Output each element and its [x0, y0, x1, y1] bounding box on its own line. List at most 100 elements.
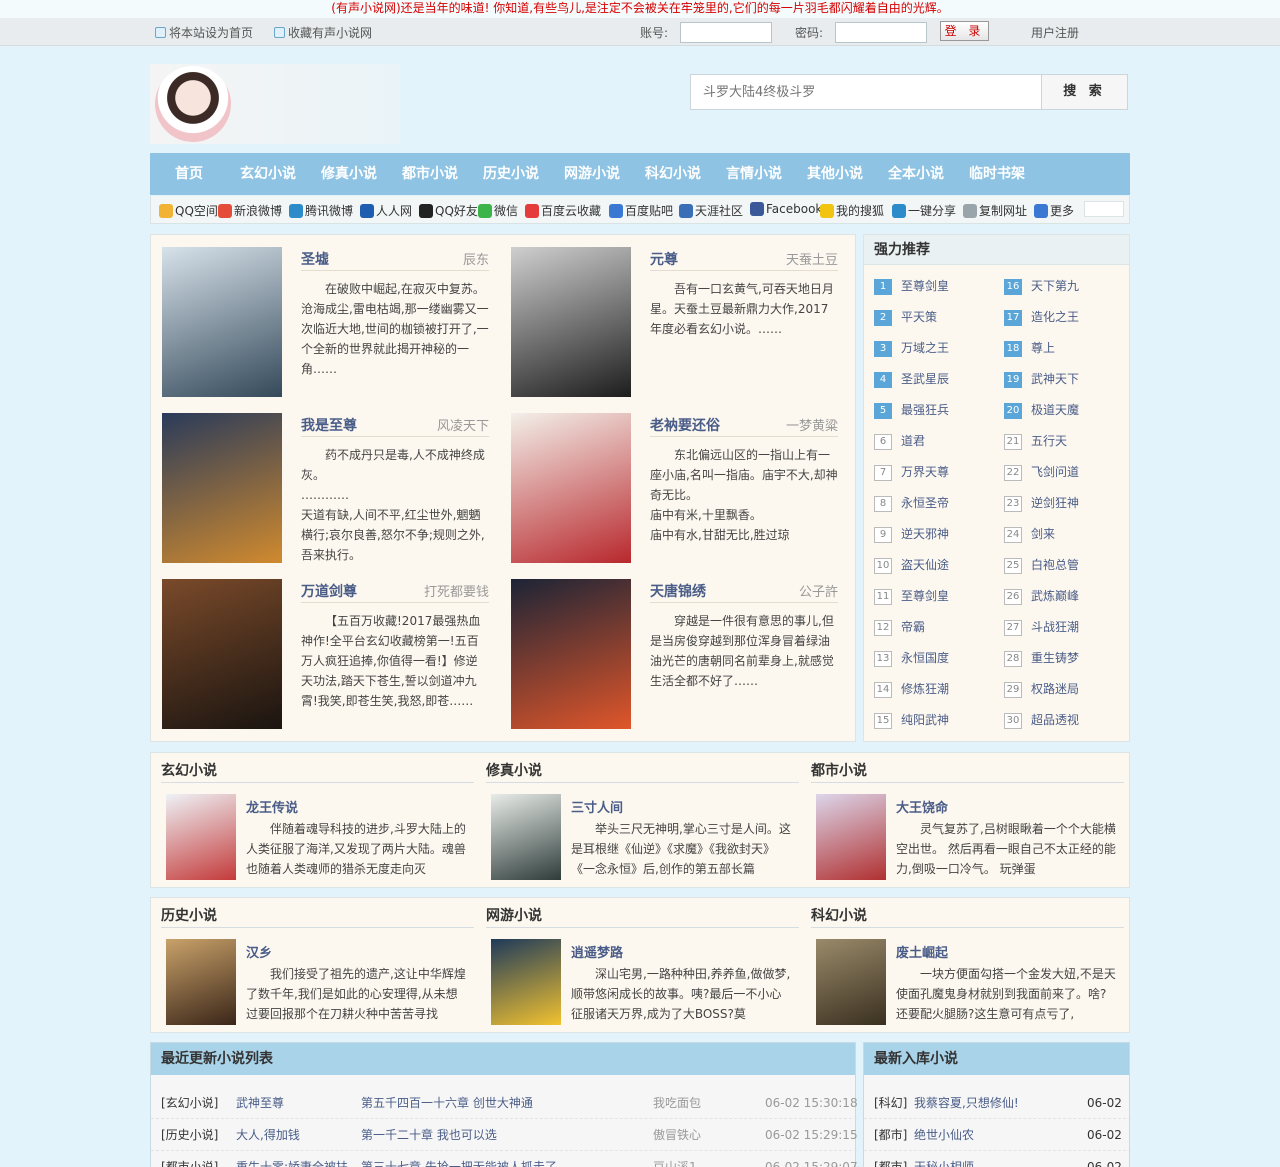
recommend-item[interactable]: 2 平天策	[874, 308, 937, 328]
recommend-title[interactable]: 造化之王	[1031, 310, 1079, 324]
book-title[interactable]: 废土崛起	[896, 942, 948, 961]
row-chapter[interactable]: 第一千二十章 我也可以选	[361, 1126, 497, 1144]
book-cover[interactable]	[162, 247, 282, 397]
recommend-title[interactable]: 重生铸梦	[1031, 651, 1079, 665]
book-title[interactable]: 万道剑尊	[301, 584, 357, 600]
featured-book[interactable]: 天唐锦绣 公子許 穿越是一件很有意思的事儿,但是当房俊穿越到那位浑身冒着绿油油光芒…	[500, 567, 840, 729]
book-cover[interactable]	[166, 939, 236, 1025]
copy-url[interactable]: 复制网址	[963, 202, 1027, 219]
book-title[interactable]: 老衲要还俗	[650, 418, 720, 434]
recommend-title[interactable]: 至尊剑皇	[901, 279, 949, 293]
recommend-item[interactable]: 1 至尊剑皇	[874, 277, 949, 297]
search-button[interactable]: 搜 索	[1041, 75, 1127, 109]
recommend-item[interactable]: 23 逆剑狂神	[1004, 494, 1079, 514]
share-wechat[interactable]: 微信	[478, 202, 518, 219]
set-homepage-link[interactable]: 将本站设为首页	[155, 24, 253, 41]
search-input[interactable]	[691, 75, 1041, 109]
row-category[interactable]: [科幻]	[874, 1094, 907, 1112]
recommend-item[interactable]: 17 造化之王	[1004, 308, 1079, 328]
row-category[interactable]: [都市小说]	[161, 1158, 218, 1167]
recommend-title[interactable]: 武炼巅峰	[1031, 589, 1079, 603]
row-book[interactable]: 绝世小仙农	[914, 1126, 974, 1144]
book-cover[interactable]	[511, 247, 631, 397]
recommend-title[interactable]: 武神天下	[1031, 372, 1079, 386]
recommend-title[interactable]: 至尊剑皇	[901, 589, 949, 603]
category-heading[interactable]: 修真小说	[486, 761, 799, 783]
book-title[interactable]: 三寸人间	[571, 797, 623, 816]
account-input[interactable]	[680, 22, 772, 43]
featured-book[interactable]: 我是至尊 风凌天下 药不成丹只是毒,人不成神终成灰。 ………… 天道有缺,人间不平…	[151, 401, 491, 563]
row-book[interactable]: 天秘小相师	[914, 1158, 974, 1167]
recommend-title[interactable]: 万域之王	[901, 341, 949, 355]
row-category[interactable]: [都市]	[874, 1158, 907, 1167]
book-author[interactable]: 风凌天下	[437, 415, 489, 434]
recommend-item[interactable]: 18 尊上	[1004, 339, 1055, 359]
recommend-item[interactable]: 20 极道天魔	[1004, 401, 1079, 421]
share-facebook[interactable]: Facebook	[750, 202, 822, 216]
book-author[interactable]: 打死都要钱	[424, 581, 489, 600]
recommend-item[interactable]: 8 永恒圣帝	[874, 494, 949, 514]
recommend-title[interactable]: 权路迷局	[1031, 682, 1079, 696]
recommend-title[interactable]: 圣武星辰	[901, 372, 949, 386]
nav-dushi[interactable]: 都市小说	[402, 153, 458, 195]
recommend-item[interactable]: 15 纯阳武神	[874, 711, 949, 731]
recommend-item[interactable]: 10 盗天仙途	[874, 556, 949, 576]
recommend-item[interactable]: 4 圣武星辰	[874, 370, 949, 390]
book-author[interactable]: 辰东	[463, 249, 489, 268]
book-cover[interactable]	[162, 413, 282, 563]
recommend-item[interactable]: 3 万域之王	[874, 339, 949, 359]
recommend-title[interactable]: 平天策	[901, 310, 937, 324]
recommend-title[interactable]: 超品透视	[1031, 713, 1079, 727]
book-title[interactable]: 天唐锦绣	[650, 584, 706, 600]
nav-lishi[interactable]: 历史小说	[483, 153, 539, 195]
recommend-title[interactable]: 五行天	[1031, 434, 1067, 448]
recommend-item[interactable]: 14 修炼狂潮	[874, 680, 949, 700]
featured-book[interactable]: 元尊 天蚕土豆 吾有一口玄黄气,可吞天地日月星。天蚕土豆最新鼎力大作,2017年度…	[500, 235, 840, 397]
site-logo[interactable]	[150, 64, 400, 144]
recommend-title[interactable]: 道君	[901, 434, 925, 448]
recommend-item[interactable]: 13 永恒国度	[874, 649, 949, 669]
recommend-title[interactable]: 修炼狂潮	[901, 682, 949, 696]
category-heading[interactable]: 网游小说	[486, 906, 799, 928]
bookmark-link[interactable]: 收藏有声小说网	[274, 24, 372, 41]
book-cover[interactable]	[162, 579, 282, 729]
row-book[interactable]: 我蔡容夏,只想修仙!	[914, 1094, 1019, 1112]
share-qzone[interactable]: QQ空间	[159, 202, 218, 219]
recommend-item[interactable]: 25 白袍总管	[1004, 556, 1079, 576]
share-tieba[interactable]: 百度贴吧	[609, 202, 673, 219]
recommend-title[interactable]: 飞剑问道	[1031, 465, 1079, 479]
recommend-title[interactable]: 剑来	[1031, 527, 1055, 541]
recommend-item[interactable]: 12 帝霸	[874, 618, 925, 638]
nav-kehuan[interactable]: 科幻小说	[645, 153, 701, 195]
nav-yanqing[interactable]: 言情小说	[726, 153, 782, 195]
register-link[interactable]: 用户注册	[1031, 24, 1079, 41]
featured-book[interactable]: 圣墟 辰东 在破败中崛起,在寂灭中复苏。沧海成尘,雷电枯竭,那一缕幽雾又一次临近大…	[151, 235, 491, 397]
featured-book[interactable]: 老衲要还俗 一梦黄粱 东北偏远山区的一指山上有一座小庙,名叫一指庙。庙宇不大,却神…	[500, 401, 840, 563]
recommend-item[interactable]: 28 重生铸梦	[1004, 649, 1079, 669]
recommend-item[interactable]: 16 天下第九	[1004, 277, 1079, 297]
recommend-title[interactable]: 极道天魔	[1031, 403, 1079, 417]
recommend-item[interactable]: 7 万界天尊	[874, 463, 949, 483]
recommend-title[interactable]: 帝霸	[901, 620, 925, 634]
recommend-title[interactable]: 天下第九	[1031, 279, 1079, 293]
nav-xiuzhen[interactable]: 修真小说	[321, 153, 377, 195]
nav-home[interactable]: 首页	[175, 153, 203, 195]
book-cover[interactable]	[511, 579, 631, 729]
share-renren[interactable]: 人人网	[360, 202, 412, 219]
category-heading[interactable]: 玄幻小说	[161, 761, 474, 783]
recommend-title[interactable]: 逆天邪神	[901, 527, 949, 541]
book-title[interactable]: 大王饶命	[896, 797, 948, 816]
password-input[interactable]	[835, 22, 927, 43]
recommend-title[interactable]: 白袍总管	[1031, 558, 1079, 572]
recommend-item[interactable]: 5 最强狂兵	[874, 401, 949, 421]
row-chapter[interactable]: 第五千四百一十六章 创世大神通	[361, 1094, 533, 1112]
category-heading[interactable]: 都市小说	[811, 761, 1124, 783]
recommend-title[interactable]: 最强狂兵	[901, 403, 949, 417]
nav-wangyou[interactable]: 网游小说	[564, 153, 620, 195]
recommend-title[interactable]: 永恒圣帝	[901, 496, 949, 510]
recommend-title[interactable]: 万界天尊	[901, 465, 949, 479]
book-title[interactable]: 我是至尊	[301, 418, 357, 434]
recommend-item[interactable]: 29 权路迷局	[1004, 680, 1079, 700]
recommend-title[interactable]: 斗战狂潮	[1031, 620, 1079, 634]
recommend-item[interactable]: 22 飞剑问道	[1004, 463, 1079, 483]
